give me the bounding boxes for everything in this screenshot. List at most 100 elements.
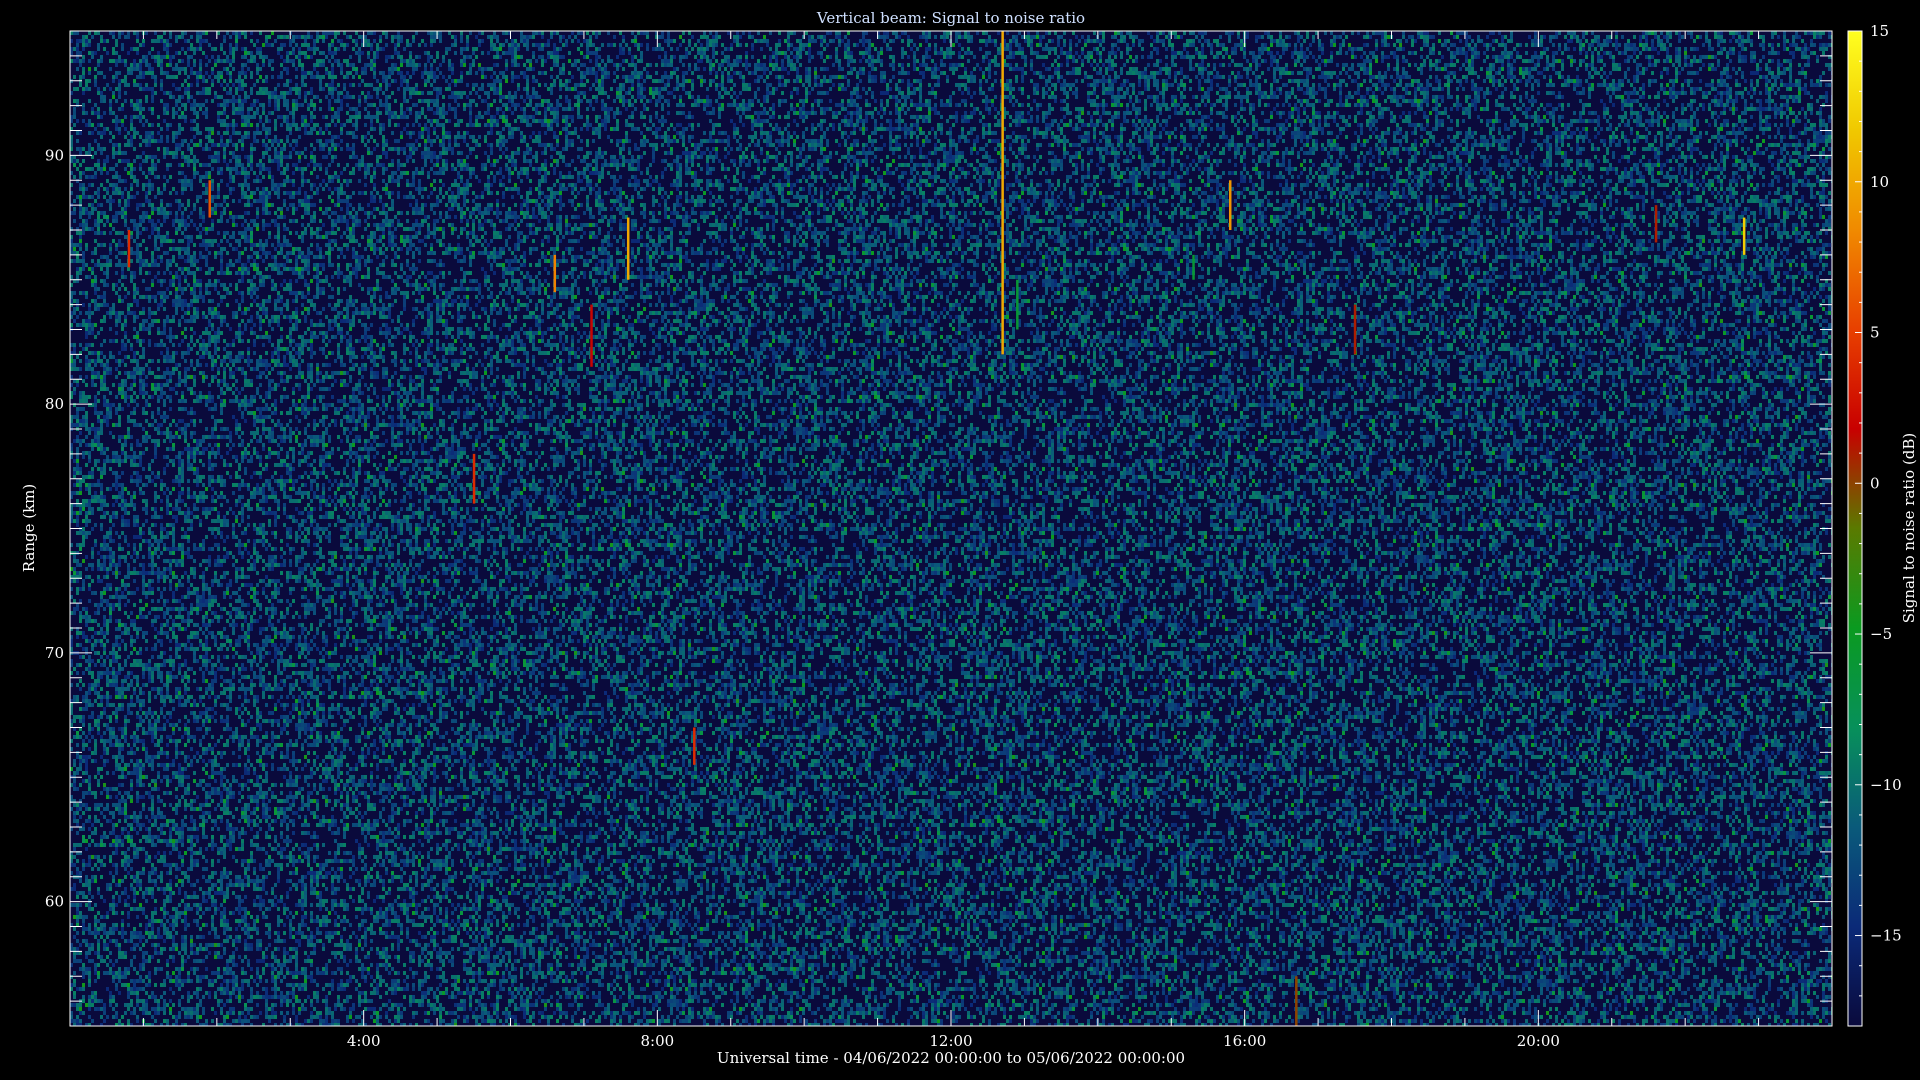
heatmap-cell <box>79 807 82 811</box>
heatmap-cell <box>97 727 100 731</box>
heatmap-cell <box>115 315 118 319</box>
heatmap-cell <box>124 663 127 667</box>
heatmap-cell <box>121 271 124 275</box>
heatmap-cell <box>94 75 97 79</box>
heatmap-cell <box>88 211 91 215</box>
heatmap-cell <box>91 175 94 179</box>
heatmap-cell <box>112 239 115 243</box>
heatmap-cell <box>109 231 112 235</box>
heatmap-cell <box>118 95 121 99</box>
heatmap-cell <box>91 383 94 387</box>
heatmap-cell <box>124 891 127 895</box>
heatmap-cell <box>112 423 115 427</box>
heatmap-cell <box>121 859 124 863</box>
heatmap-cell <box>82 291 85 295</box>
heatmap-cell <box>103 731 106 735</box>
heatmap-cell <box>106 955 109 959</box>
heatmap-cell <box>124 739 127 743</box>
heatmap-cell <box>94 151 97 155</box>
heatmap-cell <box>124 811 127 815</box>
heatmap-cell <box>115 479 118 483</box>
heatmap-cell <box>103 591 106 595</box>
heatmap-cell <box>100 739 103 743</box>
heatmap-cell <box>118 739 121 743</box>
heatmap-cell <box>91 895 94 899</box>
heatmap-cell <box>109 243 112 247</box>
heatmap-cell <box>88 487 91 491</box>
heatmap-cell <box>88 79 91 83</box>
heatmap-cell <box>100 483 103 487</box>
heatmap-cell <box>100 823 103 827</box>
heatmap-cell <box>112 283 115 287</box>
heatmap-cell <box>82 723 85 727</box>
heatmap-cell <box>91 123 94 127</box>
heatmap-cell <box>82 543 85 547</box>
heatmap-cell <box>100 467 103 471</box>
heatmap-cell <box>97 607 100 611</box>
heatmap-cell <box>85 367 88 371</box>
heatmap-cell <box>112 971 115 975</box>
heatmap-cell <box>85 399 88 403</box>
heatmap-cell <box>73 579 76 583</box>
heatmap-cell <box>76 907 79 911</box>
heatmap-cell <box>76 455 79 459</box>
heatmap-cell <box>82 227 85 231</box>
heatmap-cell <box>115 1011 118 1015</box>
heatmap-cell <box>103 739 106 743</box>
heatmap-cell <box>76 607 79 611</box>
heatmap-cell <box>100 475 103 479</box>
heatmap-cell <box>118 783 121 787</box>
heatmap-cell <box>73 983 76 987</box>
heatmap-cell <box>97 195 100 199</box>
heatmap-cell <box>76 415 79 419</box>
heatmap-cell <box>94 411 97 415</box>
heatmap-cell <box>124 443 127 447</box>
heatmap-cell <box>103 643 106 647</box>
heatmap-cell <box>112 727 115 731</box>
heatmap-cell <box>91 499 94 503</box>
heatmap-cell <box>109 907 112 911</box>
heatmap-cell <box>118 319 121 323</box>
heatmap-cell <box>76 531 79 535</box>
heatmap-cell <box>118 839 121 843</box>
heatmap-cell <box>118 663 121 667</box>
heatmap-cell <box>85 211 88 215</box>
heatmap-cell <box>88 563 91 567</box>
heatmap-cell <box>103 563 106 567</box>
heatmap-cell <box>109 67 112 71</box>
heatmap-cell <box>82 583 85 587</box>
heatmap-cell <box>91 711 94 715</box>
heatmap-cell <box>97 623 100 627</box>
heatmap-cell <box>103 815 106 819</box>
heatmap-cell <box>73 483 76 487</box>
heatmap-cell <box>76 867 79 871</box>
heatmap-cell <box>103 459 106 463</box>
heatmap-cell <box>79 915 82 919</box>
heatmap-cell <box>97 683 100 687</box>
heatmap-cell <box>97 115 100 119</box>
heatmap-cell <box>118 563 121 567</box>
heatmap-cell <box>79 407 82 411</box>
heatmap-cell <box>79 619 82 623</box>
heatmap-cell <box>103 947 106 951</box>
heatmap-cell <box>88 859 91 863</box>
heatmap-cell <box>91 107 94 111</box>
heatmap-cell <box>85 567 88 571</box>
heatmap-cell <box>100 419 103 423</box>
heatmap-cell <box>121 843 124 847</box>
heatmap-cell <box>103 1007 106 1011</box>
heatmap-cell <box>103 747 106 751</box>
heatmap-cell <box>118 127 121 131</box>
heatmap-cell <box>79 487 82 491</box>
heatmap-cell <box>124 723 127 727</box>
heatmap-cell <box>103 355 106 359</box>
heatmap-cell <box>121 447 124 451</box>
heatmap-cell <box>88 403 91 407</box>
heatmap-cell <box>103 187 106 191</box>
heatmap-cell <box>76 915 79 919</box>
heatmap-cell <box>85 227 88 231</box>
heatmap-cell <box>118 819 121 823</box>
heatmap-cell <box>79 431 82 435</box>
heatmap-cell <box>121 951 124 955</box>
heatmap-cell <box>76 99 79 103</box>
